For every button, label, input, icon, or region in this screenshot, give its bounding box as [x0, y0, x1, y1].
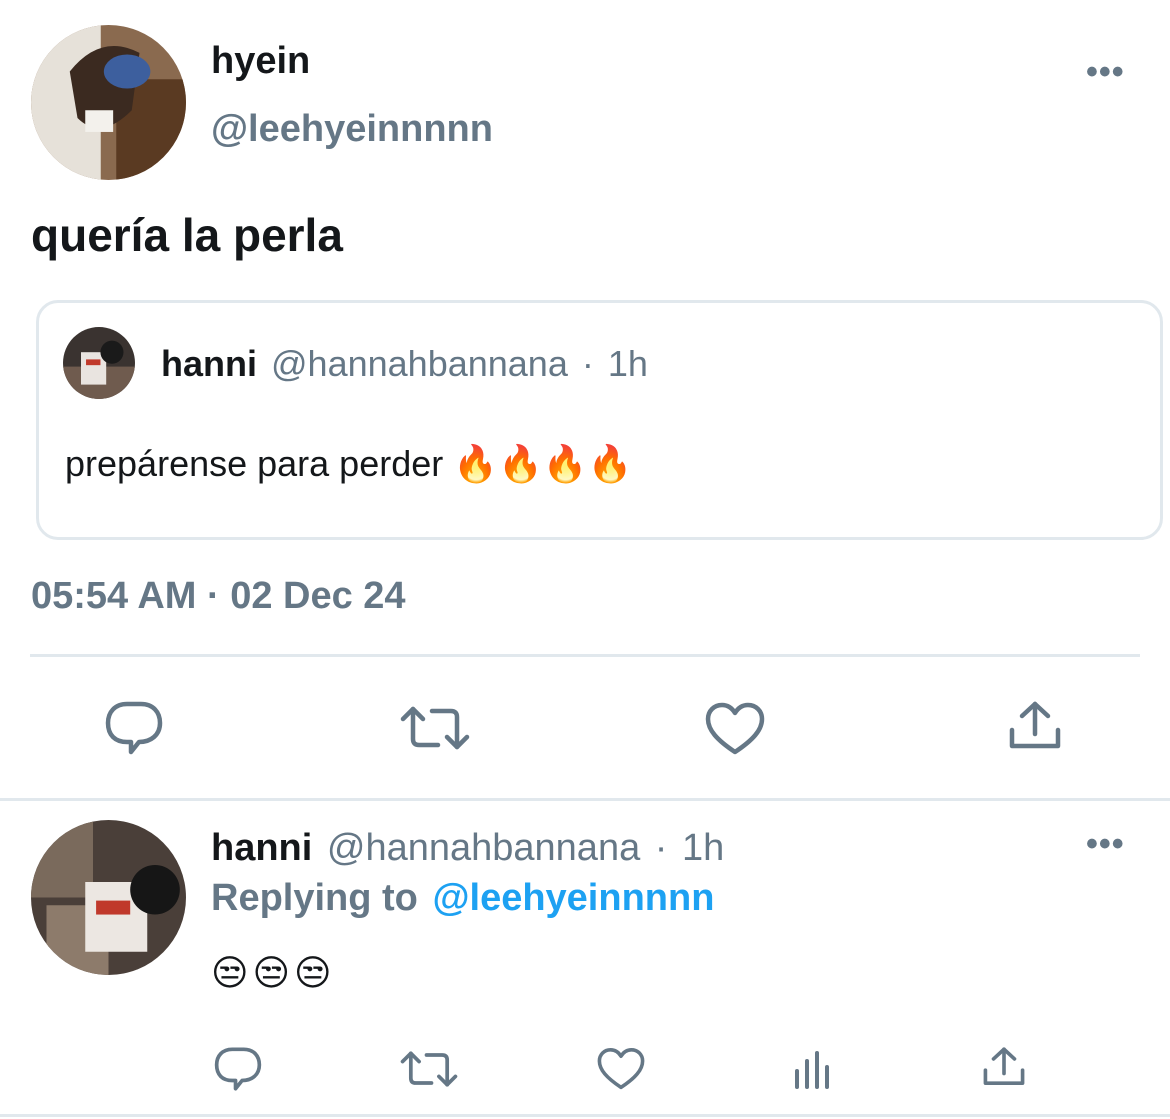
reply-text: 😒😒😒: [211, 952, 336, 993]
reply-analytics-icon[interactable]: [792, 1049, 834, 1089]
reply-time[interactable]: 1h: [682, 827, 724, 869]
divider: [0, 798, 1170, 801]
retweet-icon[interactable]: [400, 705, 470, 751]
replying-to-label: Replying to: [211, 877, 418, 919]
quoted-tweet-card[interactable]: hanni @hannahbannana · 1h prepárense par…: [36, 300, 1163, 540]
reply-icon[interactable]: [105, 700, 163, 756]
more-options-icon[interactable]: •••: [1086, 55, 1125, 89]
tweet-text: quería la perla: [31, 209, 343, 261]
tweet-timestamp[interactable]: 05:54 AM · 02 Dec 24: [31, 575, 406, 618]
quoted-time: 1h: [607, 343, 648, 384]
reply-share-icon[interactable]: [982, 1046, 1026, 1088]
replying-to-handle-link[interactable]: @leehyeinnnnn: [432, 877, 714, 919]
quoted-handle: @hannahbannana: [271, 343, 568, 384]
reply-more-options-icon[interactable]: •••: [1086, 827, 1125, 861]
reply-author-avatar[interactable]: [31, 820, 186, 975]
reply-separator: ·: [654, 827, 668, 869]
divider: [0, 1114, 1170, 1117]
quoted-separator: ·: [581, 343, 594, 384]
like-icon[interactable]: [705, 702, 765, 756]
reply-retweet-icon[interactable]: [400, 1050, 458, 1088]
reply-like-icon[interactable]: [597, 1047, 645, 1091]
quoted-tweet-text: prepárense para perder 🔥🔥🔥🔥: [65, 443, 633, 484]
reply-handle[interactable]: @hannahbannana: [327, 827, 640, 869]
reply-reply-icon[interactable]: [214, 1046, 262, 1092]
share-icon[interactable]: [1008, 700, 1062, 752]
author-handle[interactable]: @leehyeinnnnn: [211, 108, 493, 151]
quoted-display-name: hanni: [161, 343, 257, 384]
reply-display-name[interactable]: hanni: [211, 827, 312, 869]
quoted-author-avatar: [63, 327, 135, 399]
author-avatar[interactable]: [31, 25, 186, 180]
divider: [30, 654, 1140, 657]
author-display-name[interactable]: hyein: [211, 40, 310, 83]
